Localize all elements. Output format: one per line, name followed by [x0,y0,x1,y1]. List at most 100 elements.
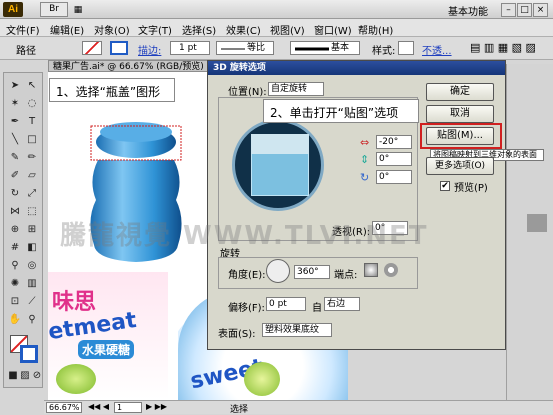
page-next-icon[interactable]: ▶ ▶▶ [146,402,167,411]
pen-tool-icon[interactable]: ✒ [8,115,22,128]
none-mode-icon[interactable]: ⊘ [30,369,44,382]
ok-button[interactable]: 确定 [426,83,494,101]
cap-on-icon[interactable] [364,263,378,277]
arrange-documents-icon[interactable]: ▦ [72,4,84,16]
rotation-track-sphere[interactable] [232,119,324,211]
close-icon[interactable]: × [533,3,548,17]
cap-off-icon[interactable] [384,263,398,277]
menu-select[interactable]: 选择(S) [182,22,216,37]
bridge-button[interactable]: Br [40,2,68,17]
direct-selection-tool-icon[interactable]: ↖ [25,79,39,92]
style-label: 样式: [372,46,396,57]
artboard-tool-icon[interactable]: ⊡ [8,295,22,308]
blob-brush-icon[interactable]: ✐ [8,169,22,182]
zoom-field[interactable]: 66.67% [46,402,82,413]
map-button-highlight [420,123,502,149]
menu-type[interactable]: 文字(T) [138,22,172,37]
stroke-color-box[interactable] [20,345,38,363]
rectangle-tool-icon[interactable]: □ [25,133,39,146]
from-select[interactable]: 右边 [324,297,360,311]
preview-label: 预览(P) [454,183,488,194]
magic-wand-icon[interactable]: ✶ [8,97,22,110]
shape-builder-icon[interactable]: ⊕ [8,223,22,236]
angle-label: 角度(E): [228,270,266,281]
menu-help[interactable]: 帮助(H) [358,22,393,37]
brush-definition[interactable]: 基本 [290,41,360,55]
artboard-number-field[interactable]: 1 [114,402,142,413]
symbol-sprayer-icon[interactable]: ✺ [8,277,22,290]
selection-tool-icon[interactable]: ➤ [8,79,22,92]
3d-revolve-options-dialog: 3D 旋转选项 位置(N): 自定旋转 ⇔ -20° ⇕ 0° ↻ 0° 透视(… [207,60,544,350]
free-transform-icon[interactable]: ⬚ [25,205,39,218]
workspace-switcher[interactable]: 基本功能 [448,3,488,18]
menu-window[interactable]: 窗口(W) [314,22,352,37]
apple-slice [56,364,96,394]
status-mode[interactable]: 选择 [230,402,248,415]
angle-dial-icon[interactable] [266,259,290,283]
stroke-weight-field[interactable]: 1 pt [170,41,210,55]
path-label: 路径 [16,46,36,57]
eyedropper-icon[interactable]: ⚲ [8,259,22,272]
menu-view[interactable]: 视图(V) [270,22,305,37]
preview-checkbox[interactable]: ✔ [440,181,450,191]
status-bar: 66.67% ◀◀ ◀ 1 ▶ ▶▶ 选择 [44,400,553,415]
hand-tool-icon[interactable]: ✋ [8,313,22,326]
right-panel-dock [506,64,553,400]
width-tool-icon[interactable]: ⋈ [8,205,22,218]
x-angle-field[interactable]: -20° [376,135,412,149]
offset-field[interactable]: 0 pt [266,297,306,311]
cancel-button[interactable]: 取消 [426,105,494,123]
scale-tool-icon[interactable]: ⤢ [25,187,39,200]
fill-swatch[interactable] [82,41,102,55]
surface-select[interactable]: 塑料效果底纹 [262,323,332,337]
y-axis-icon: ⇕ [360,153,370,166]
variable-width-profile[interactable]: 等比 [216,41,274,55]
z-angle-field[interactable]: 0° [376,170,412,184]
tools-panel: ➤ ↖ ✶ ◌ ✒ T ╲ □ ✎ ✏ ✐ ▱ ↻ ⤢ ⋈ ⬚ ⊕ ⊞ # ◧ … [3,72,43,388]
type-tool-icon[interactable]: T [25,115,39,128]
lasso-icon[interactable]: ◌ [25,97,39,110]
cube-top-face [251,134,309,154]
offset-label: 偏移(F): [228,303,265,314]
document-tab[interactable]: 糖果广告.ai* @ 66.67% (RGB/预览) [48,60,218,72]
align-icons[interactable]: ▤ ▥ ▦ ▧ ▨ [470,41,536,54]
opacity-label[interactable]: 不透... [422,42,452,57]
menu-effect[interactable]: 效果(C) [226,22,261,37]
menu-object[interactable]: 对象(O) [94,22,130,37]
slice-tool-icon[interactable]: ⟋ [25,295,39,308]
surface-label: 表面(S): [218,329,256,340]
maximize-icon[interactable]: □ [517,3,532,17]
position-select[interactable]: 自定旋转 [268,82,324,96]
from-label: 自 [312,303,322,314]
menu-file[interactable]: 文件(F) [6,22,40,37]
dialog-title: 3D 旋转选项 [208,61,505,75]
control-bar: 路径 描边: 1 pt 等比 基本 样式: 不透... ▤ ▥ ▦ ▧ ▨ [0,37,553,60]
title-bar: Ai Br ▦ 基本功能 – □ × [0,0,553,19]
y-angle-field[interactable]: 0° [376,152,412,166]
stroke-label[interactable]: 描边: [138,42,161,57]
callout-open-map: 2、单击打开“贴图”选项 [263,99,419,123]
callout-select-cap: 1、选择“瓶盖”图形 [49,78,175,102]
angle-field[interactable]: 360° [294,265,330,279]
panel-icon[interactable] [527,214,547,232]
line-tool-icon[interactable]: ╲ [8,133,22,146]
menu-edit[interactable]: 编辑(E) [50,22,84,37]
app-logo: Ai [3,2,23,17]
more-options-button[interactable]: 更多选项(O) [426,157,494,175]
perspective-grid-icon[interactable]: ⊞ [25,223,39,236]
z-axis-icon: ↻ [360,171,370,184]
mesh-tool-icon[interactable]: # [8,241,22,254]
page-nav-icon[interactable]: ◀◀ ◀ [88,402,109,411]
pencil-icon[interactable]: ✏ [25,151,39,164]
rotate-tool-icon[interactable]: ↻ [8,187,22,200]
minimize-icon[interactable]: – [501,3,516,17]
graphic-style-swatch[interactable] [398,41,414,55]
eraser-icon[interactable]: ▱ [25,169,39,182]
gradient-tool-icon[interactable]: ◧ [25,241,39,254]
stroke-swatch[interactable] [110,41,128,55]
graph-tool-icon[interactable]: ▥ [25,277,39,290]
paintbrush-icon[interactable]: ✎ [8,151,22,164]
apple-icon [244,362,280,396]
zoom-tool-icon[interactable]: ⚲ [25,313,39,326]
blend-tool-icon[interactable]: ◎ [25,259,39,272]
